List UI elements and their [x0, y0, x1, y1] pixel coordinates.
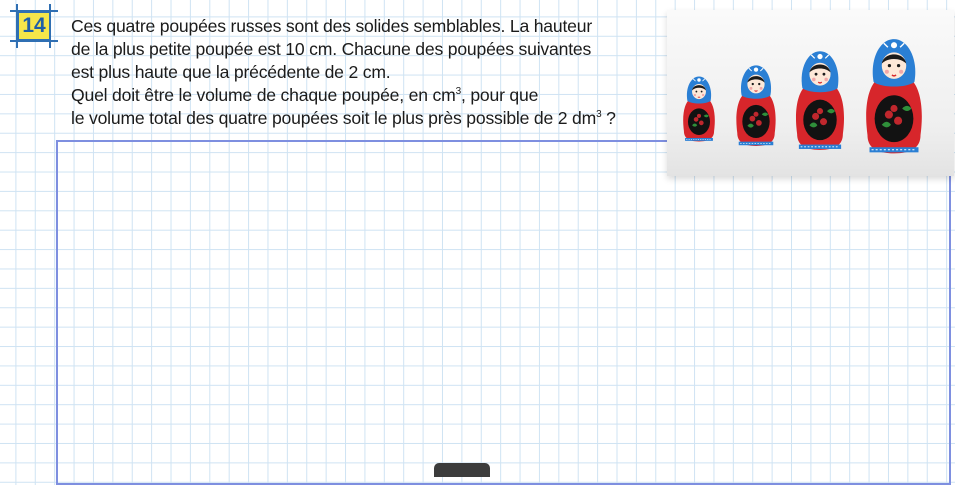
question-text: Ces quatre poupées russes sont des solid…: [71, 15, 671, 130]
doll-4: [865, 38, 923, 155]
question-line-4: Quel doit être le volume de chaque poupé…: [71, 84, 671, 107]
question-line-4-text: Quel doit être le volume de chaque poupé…: [71, 85, 456, 105]
question-line-5-end: ?: [601, 108, 616, 128]
doll-1: [682, 76, 716, 142]
question-line-5-text: le volume total des quatre poupées soit …: [71, 108, 597, 128]
answer-area[interactable]: [56, 140, 951, 485]
question-line-1: Ces quatre poupées russes sont des solid…: [71, 16, 592, 36]
doll-2: [735, 64, 777, 147]
matryoshka-dolls-icon: [667, 10, 954, 176]
question-line-3: est plus haute que la précédente de 2 cm…: [71, 62, 391, 82]
exercise-number: 14: [17, 11, 51, 41]
question-line-5: le volume total des quatre poupées soit …: [71, 107, 671, 130]
question-line-4-end: , pour que: [460, 85, 539, 105]
bottom-handle[interactable]: [434, 463, 490, 477]
question-line-2: de la plus petite poupée est 10 cm. Chac…: [71, 39, 592, 59]
doll-3: [795, 50, 845, 151]
